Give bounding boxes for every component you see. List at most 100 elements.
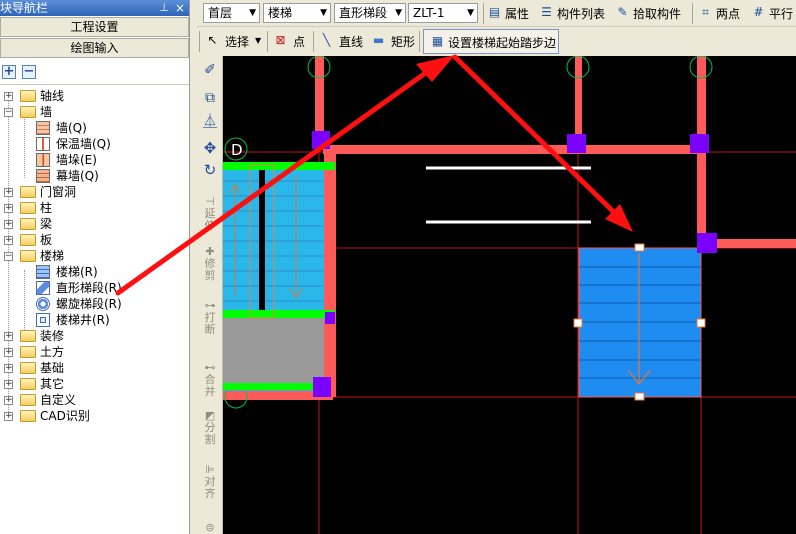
expand-icon[interactable]: +: [4, 412, 13, 421]
wall-pier-icon: [36, 153, 50, 167]
break-button[interactable]: ⊶ 打断: [199, 300, 221, 336]
parallel-icon[interactable]: #: [751, 5, 766, 19]
pin-icon[interactable]: ⊥: [159, 0, 169, 16]
split-button[interactable]: ◩ 分割: [199, 410, 221, 446]
expand-icon[interactable]: +: [4, 364, 13, 373]
expand-icon[interactable]: +: [4, 380, 13, 389]
line-button[interactable]: 直线: [339, 33, 363, 50]
component-toolbar: 首层 ▼ 楼梯 ▼ 直形梯段 ▼ ZLT-1 ▼ ▤ 属性 ☰ 构件列表 ✎ 拾…: [197, 0, 796, 27]
tree-label: 楼梯井(R): [56, 313, 110, 327]
drawing-canvas[interactable]: D C: [223, 56, 796, 534]
component-type-select[interactable]: 直形梯段 ▼: [334, 3, 406, 23]
select-button[interactable]: 选择: [225, 33, 249, 50]
tree-label: 螺旋梯段(R): [56, 297, 122, 311]
set-start-step-label: 设置楼梯起始踏步边: [448, 36, 557, 50]
expand-icon[interactable]: +: [4, 236, 13, 245]
folder-icon: [20, 330, 36, 342]
component-list-button[interactable]: 构件列表: [557, 5, 605, 22]
extend-label: 延伸: [204, 207, 216, 232]
tree-label: 梁: [40, 217, 53, 231]
tree-label: 墙: [40, 105, 53, 119]
tree-label: 楼梯: [40, 249, 65, 263]
dropdown-arrow-icon: ▼: [320, 8, 327, 18]
curtain-wall-icon: [36, 169, 50, 183]
two-points-button[interactable]: 两点: [716, 5, 740, 22]
move-icon[interactable]: ✥: [199, 141, 221, 156]
nav-title-bar: 模块导航栏 ⊥ ×: [0, 0, 189, 16]
drawing-input-button[interactable]: 绘图输入: [0, 38, 189, 58]
close-icon[interactable]: ×: [175, 0, 185, 16]
tree-label: 其它: [40, 377, 65, 391]
folder-icon: [20, 90, 36, 102]
collapse-all-icon[interactable]: −: [22, 65, 36, 79]
extend-button[interactable]: ⊣ 延伸: [199, 196, 221, 232]
module-navigation-panel: 模块导航栏 ⊥ × 工程设置 绘图输入 + − + 轴线 − 墙: [0, 0, 190, 534]
point-icon[interactable]: ⊠: [273, 33, 288, 47]
folder-icon: [20, 362, 36, 374]
tree-label: 土方: [40, 345, 65, 359]
expand-icon[interactable]: +: [4, 396, 13, 405]
project-settings-button[interactable]: 工程设置: [0, 17, 189, 37]
set-start-step-button[interactable]: ▦ 设置楼梯起始踏步边: [423, 29, 559, 54]
expand-icon[interactable]: +: [4, 92, 13, 101]
collapse-icon[interactable]: −: [4, 252, 13, 261]
tree-label: 装修: [40, 329, 65, 343]
rotate-icon[interactable]: ↻: [199, 163, 221, 178]
folder-open-icon: [20, 250, 36, 262]
landing-edge-top: [223, 162, 335, 170]
two-points-icon[interactable]: ⌗: [698, 5, 713, 19]
expand-all-icon[interactable]: +: [2, 65, 16, 79]
collapse-icon[interactable]: −: [4, 108, 13, 117]
straight-flight-icon: [36, 281, 50, 295]
insulation-wall-icon: [36, 137, 50, 151]
trim-label: 修剪: [204, 257, 216, 282]
component-value: ZLT-1: [413, 6, 445, 20]
parallel-button[interactable]: 平行: [769, 5, 793, 22]
brush-icon[interactable]: ✐: [199, 63, 221, 77]
stair-icon: [36, 265, 50, 279]
component-select[interactable]: ZLT-1 ▼: [408, 3, 478, 23]
tree-label: 轴线: [40, 89, 65, 103]
spiral-flight-icon: [36, 297, 50, 311]
pick-component-button[interactable]: 拾取构件: [633, 5, 681, 22]
line-icon[interactable]: ╲: [319, 33, 334, 47]
floor-select[interactable]: 首层 ▼: [203, 3, 260, 23]
draw-toolbar: ↖ 选择 ▼ ⊠ 点 ╲ 直线 ▬ 矩形 ▦ 设置楼梯起始踏步边: [197, 28, 796, 55]
mirror-icon[interactable]: ⏅: [199, 115, 221, 129]
expand-icon[interactable]: +: [4, 348, 13, 357]
properties-button[interactable]: 属性: [505, 5, 529, 22]
folder-icon: [20, 218, 36, 230]
expand-icon[interactable]: +: [4, 188, 13, 197]
tree-label: 墙垛(E): [56, 153, 97, 167]
trim-button[interactable]: ✚ 修剪: [199, 246, 221, 282]
tree-label: 楼梯(R): [56, 265, 98, 279]
tree-label: CAD识别: [40, 409, 90, 423]
select-cursor-icon[interactable]: ↖: [205, 33, 220, 47]
select-dropdown-icon[interactable]: ▼: [255, 36, 261, 45]
copy-icon[interactable]: ⧉: [199, 91, 221, 105]
folder-open-icon: [20, 106, 36, 118]
merge-label: 合并: [204, 373, 216, 398]
category-select[interactable]: 楼梯 ▼: [263, 3, 331, 23]
expand-icon[interactable]: +: [4, 332, 13, 341]
axis-d-label: D: [231, 141, 243, 159]
canvas-drawing: D C: [223, 56, 796, 534]
rect-button[interactable]: 矩形: [391, 33, 415, 50]
expand-icon[interactable]: +: [4, 220, 13, 229]
properties-icon[interactable]: ▤: [487, 5, 502, 19]
dropdown-arrow-icon: ▼: [467, 8, 474, 18]
rect-icon[interactable]: ▬: [371, 33, 386, 47]
align-button[interactable]: ⊫ 对齐: [199, 464, 221, 500]
component-list-icon[interactable]: ☰: [539, 5, 554, 19]
tree-label: 板: [40, 233, 53, 247]
stairwell-gap: [259, 170, 265, 310]
floor-value: 首层: [208, 6, 233, 20]
folder-icon: [20, 186, 36, 198]
point-button[interactable]: 点: [293, 33, 305, 50]
component-type-value: 直形梯段: [339, 6, 388, 20]
merge-button[interactable]: ⊷ 合并: [199, 362, 221, 398]
tree-label: 门窗洞: [40, 185, 77, 199]
pick-icon[interactable]: ✎: [615, 5, 630, 19]
offset-icon[interactable]: ⊜: [199, 522, 221, 534]
expand-icon[interactable]: +: [4, 204, 13, 213]
